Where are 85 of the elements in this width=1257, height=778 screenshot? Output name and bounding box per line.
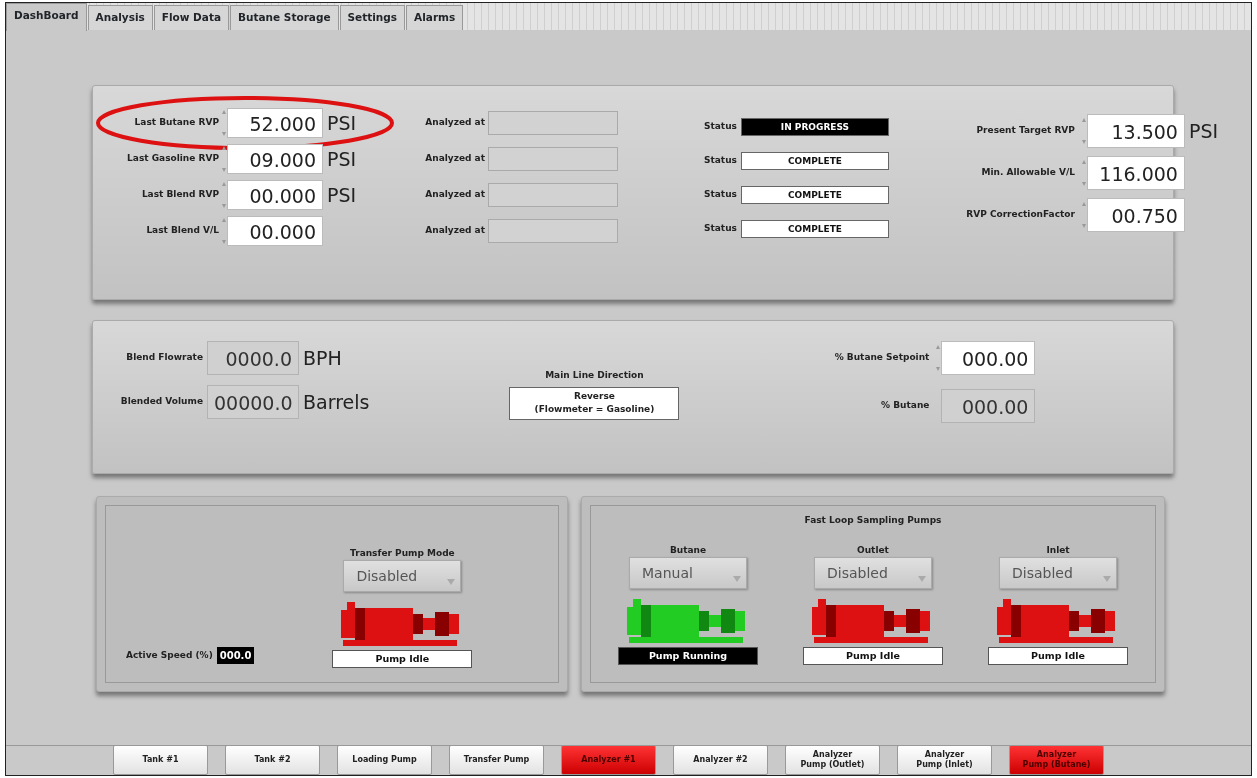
status-indicator: COMPLETE [740,186,889,204]
numeric-indicator: 00000.0 [207,385,299,419]
nav-button[interactable]: Loading Pump [337,745,432,775]
field-label: Last Blend V/L [145,224,219,238]
mode-dropdown[interactable]: Manual [629,557,747,589]
speed-indicator: 000.0 [216,647,255,664]
spin-arrows-icon[interactable] [1080,200,1087,230]
dropdown-arrow-icon [446,576,457,586]
tab[interactable]: Flow Data [153,5,229,30]
numeric-control[interactable]: 000.00 [941,341,1036,375]
numeric-control[interactable]: 52.000 [227,108,323,138]
nav-button[interactable]: Analyzer Pump (Inlet) [897,745,992,775]
numeric-indicator: 000.00 [941,389,1036,423]
numeric-control[interactable]: 13.500 [1086,114,1185,148]
pump-status: Pump Idle [988,647,1128,665]
tab[interactable]: Alarms [406,5,464,30]
pump-label: Butane [669,543,707,557]
unit-label: PSI [327,182,358,208]
status-indicator: COMPLETE [740,152,889,170]
field-label: Blend Flowrate [125,351,203,365]
field-label: Analyzed at [424,224,485,238]
spin-arrows-icon[interactable] [221,216,227,246]
spin-arrows-icon[interactable] [1080,116,1087,146]
field-label: % Butane Setpoint [833,351,930,365]
section-title: Fast Loop Sampling Pumps [804,514,942,527]
spin-arrows-icon[interactable] [935,343,942,373]
unit-label: PSI [327,110,358,136]
mode-dropdown[interactable]: Disabled [999,557,1117,589]
nav-button[interactable]: Analyzer Pump (Butane) [1009,745,1104,775]
tab[interactable]: Settings [339,5,406,30]
tab[interactable]: Analysis [87,5,153,30]
field-label: Blended Volume [119,395,203,409]
numeric-control[interactable]: 00.000 [227,216,323,246]
mode-dropdown[interactable]: Disabled [814,557,932,589]
nav-button[interactable]: Analyzer #2 [673,745,768,775]
nav-button[interactable]: Analyzer Pump (Outlet) [785,745,880,775]
pump-status: Pump Idle [803,647,943,665]
field-label: Analyzed at [424,152,485,166]
field-label: Main Line Direction [545,369,644,382]
pump-label: Inlet [1046,543,1070,557]
numeric-control[interactable]: 09.000 [227,144,323,174]
field-label: Present Target RVP [975,124,1075,138]
field-label: Last Butane RVP [133,116,219,130]
nav-button[interactable]: Transfer Pump [449,745,544,775]
unit-label: Barrels [303,389,370,415]
numeric-control[interactable]: 00.000 [227,180,323,210]
unit-label: PSI [1188,118,1219,144]
unit-label: PSI [327,146,358,172]
field-label: Active Speed (%) [126,648,213,662]
numeric-control[interactable]: 00.750 [1086,198,1185,232]
pump-status: Pump Running [618,647,758,665]
field-label: Analyzed at [424,116,485,130]
spin-arrows-icon[interactable] [1080,158,1087,188]
tab[interactable]: DashBoard [6,3,87,31]
pump-status: Pump Idle [332,650,473,668]
unit-label: BPH [303,345,342,371]
nav-button[interactable]: Analyzer #1 [561,745,656,775]
status-label: Status [704,222,737,236]
numeric-indicator: 0000.0 [207,341,299,375]
nav-button[interactable]: Tank #1 [113,745,208,775]
field-label: Analyzed at [424,188,485,202]
dropdown-arrow-icon [1102,573,1112,583]
spin-arrows-icon[interactable] [221,180,227,210]
status-indicator: COMPLETE [740,220,889,238]
tab[interactable]: Butane Storage [230,5,339,30]
dropdown-arrow-icon [732,573,742,583]
spin-arrows-icon[interactable] [221,108,227,138]
pump-label: Outlet [857,543,889,557]
indicator-text: (Flowmeter = Gasoline) [533,403,656,416]
nav-button[interactable]: Tank #2 [225,745,320,775]
numeric-control[interactable]: 116.000 [1086,156,1185,190]
field-label: Min. Allowable V/L [980,166,1075,180]
status-indicator: IN PROGRESS [740,118,889,136]
indicator-text: Reverse [572,389,616,403]
field-label: RVP CorrectionFactor [965,208,1075,222]
pump-label: Transfer Pump Mode [350,546,455,560]
mode-dropdown[interactable]: Disabled [343,560,462,592]
status-label: Status [704,188,737,202]
spin-arrows-icon[interactable] [221,144,227,174]
field-label: Last Gasoline RVP [126,152,219,166]
field-label: % Butane [880,399,930,413]
status-label: Status [704,120,737,134]
dropdown-arrow-icon [917,573,927,583]
field-label: Last Blend RVP [140,188,219,202]
status-label: Status [704,154,737,168]
